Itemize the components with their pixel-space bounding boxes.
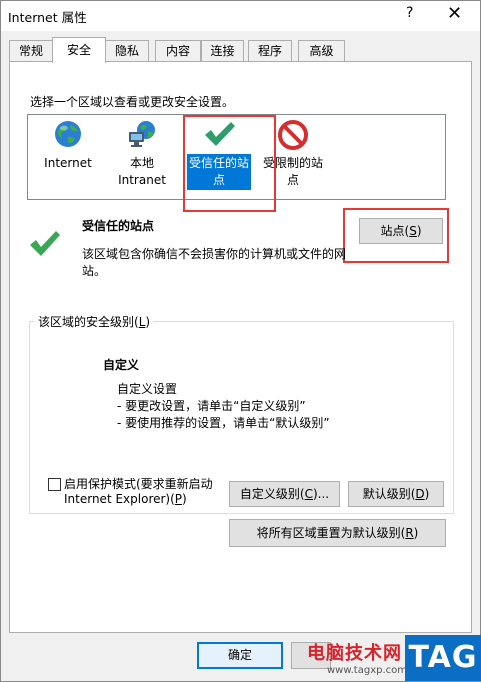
zone-label: 本地 xyxy=(129,156,154,170)
selected-zone-title: 受信任的站点 xyxy=(82,219,155,233)
help-button[interactable]: ? xyxy=(406,5,420,21)
window-title: Internet 属性 xyxy=(8,10,87,25)
internet-properties-window: Internet 属性 ? ✕ 常规 安全 隐私 内容 连接 程序 高级 选择一… xyxy=(0,0,481,682)
close-button[interactable]: ✕ xyxy=(447,3,462,24)
intranet-network-icon xyxy=(126,119,158,154)
zone-internet[interactable]: Internet xyxy=(37,119,99,189)
tab-content[interactable]: 内容 xyxy=(155,40,201,62)
tab-security[interactable]: 安全 xyxy=(52,37,106,63)
no-entry-icon xyxy=(277,119,309,156)
tab-general[interactable]: 常规 xyxy=(9,40,53,62)
security-level-group-label: 该区域的安全级别(L) xyxy=(35,313,154,330)
tab-advanced[interactable]: 高级 xyxy=(298,40,345,62)
zone-instruction: 选择一个区域以查看或更改安全设置。 xyxy=(30,95,235,109)
level-custom-title: 自定义 xyxy=(103,358,140,372)
title-bar: Internet 属性 ? ✕ xyxy=(1,1,480,31)
custom-level-button[interactable]: 自定义级别(C)... xyxy=(229,481,340,507)
globe-icon xyxy=(53,119,83,154)
level-custom-text: - 要使用推荐的设置，请单击“默认级别” xyxy=(117,416,330,430)
protected-mode-checkbox[interactable] xyxy=(48,478,61,491)
selected-zone-description: 该区域包含你确信不会损害你的计算机或文件的网 xyxy=(82,247,347,261)
trusted-sites-large-check-icon xyxy=(28,226,62,263)
watermark-url: www.tagxp.com xyxy=(327,665,407,676)
sites-button[interactable]: 站点(S) xyxy=(359,218,443,244)
tab-connections[interactable]: 连接 xyxy=(201,40,244,62)
default-level-button[interactable]: 默认级别(D) xyxy=(348,481,444,507)
zone-label: Intranet xyxy=(118,173,166,187)
watermark-text: 电脑技术网 xyxy=(307,643,402,664)
level-custom-text: - 要更改设置，请单击“自定义级别” xyxy=(117,399,306,413)
level-custom-text: 自定义设置 xyxy=(117,382,178,396)
annotation-highlight-box xyxy=(183,115,276,212)
tab-privacy[interactable]: 隐私 xyxy=(105,40,149,62)
tab-programs[interactable]: 程序 xyxy=(248,40,292,62)
watermark-tag-logo: TAG xyxy=(405,635,481,681)
selected-zone-description: 站。 xyxy=(82,264,107,278)
protected-mode-label: 启用保护模式(要求重新启动 xyxy=(64,477,213,491)
zone-label: Internet xyxy=(44,156,92,170)
reset-all-zones-button[interactable]: 将所有区域重置为默认级别(R) xyxy=(229,519,446,547)
zone-local-intranet[interactable]: 本地 Intranet xyxy=(109,119,175,189)
protected-mode-label: Internet Explorer)(P) xyxy=(64,492,187,506)
ok-button[interactable]: 确定 xyxy=(197,642,283,669)
